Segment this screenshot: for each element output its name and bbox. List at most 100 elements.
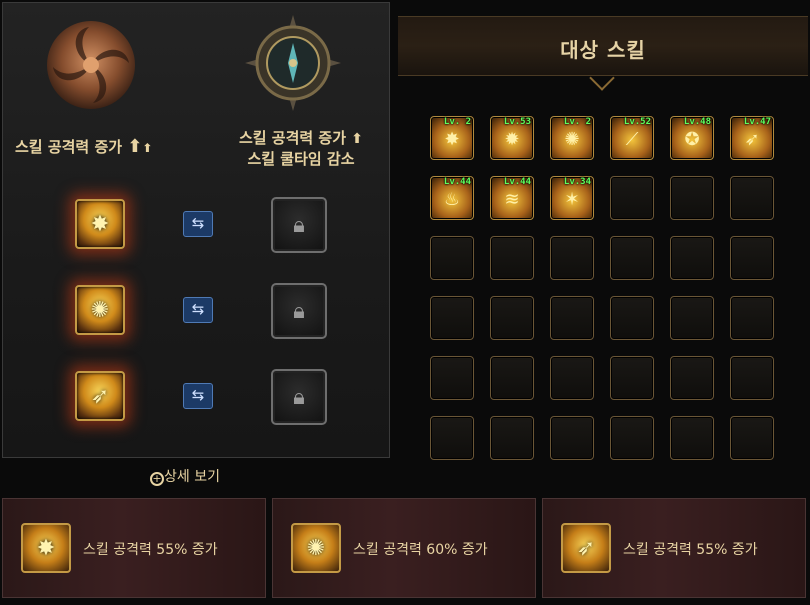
zoom-plus-icon: +	[150, 472, 164, 486]
header-chevron-icon	[589, 65, 615, 91]
skill-slot[interactable]: ✪ Lv.48	[670, 116, 714, 160]
left-panel: 스킬 공격력 증가 ⬆⬆ 스킬 공격력 증가 ⬆ 스킬 쿨타임 감소 ✸ ⇆ 🔒…	[2, 2, 390, 458]
bat-skill-icon: ➶	[576, 535, 596, 561]
locked-slot-3[interactable]: 🔒︎	[271, 369, 327, 425]
empty-skill-slot[interactable]	[430, 356, 474, 400]
category-1-title-text: 스킬 공격력 증가	[15, 138, 123, 156]
arrow-up-small-icon: ⬆	[142, 141, 153, 155]
skill-level-label: Lv. 2	[443, 117, 471, 127]
arrow-up-icon: ⬆	[351, 131, 363, 147]
effect-card-2-text: 스킬 공격력 60% 증가	[353, 542, 488, 558]
effect-card-3: ➶ 스킬 공격력 55% 증가	[542, 498, 806, 598]
locked-slot-2[interactable]: 🔒︎	[271, 283, 327, 339]
target-skill-grid: ✸ Lv. 2 ✹ Lv.53 ✺ Lv. 2 ⟋ Lv.52 ✪ Lv.48 ➶ Lv.47 ♨ Lv.…	[430, 116, 780, 466]
explosion-skill-icon: ✸	[90, 211, 110, 237]
target-skill-header: 대상 스킬	[398, 16, 808, 91]
empty-skill-slot[interactable]	[670, 296, 714, 340]
selected-skill-slot-3[interactable]: ➶	[75, 371, 125, 421]
empty-skill-slot[interactable]	[610, 416, 654, 460]
swap-button-3[interactable]: ⇆	[183, 383, 213, 409]
lock-icon: 🔒︎	[293, 298, 305, 324]
swap-arrows-icon: ⇆	[191, 300, 205, 318]
skill-slot[interactable]: ✺ Lv. 2	[550, 116, 594, 160]
skill-level-label: Lv. 2	[563, 117, 591, 127]
swirl-skill-icon: ✺	[564, 129, 580, 150]
flame-skill-icon: ♨	[443, 189, 461, 210]
empty-skill-slot[interactable]	[730, 176, 774, 220]
lock-icon: 🔒︎	[293, 384, 305, 410]
swirl-emblem-icon	[47, 21, 135, 109]
empty-skill-slot[interactable]	[550, 356, 594, 400]
swap-arrows-icon: ⇆	[191, 214, 205, 232]
stars-skill-icon: ✶	[564, 189, 580, 210]
empty-skill-slot[interactable]	[490, 356, 534, 400]
bat-skill-icon: ➶	[90, 383, 110, 409]
skill-slot[interactable]: ♨ Lv.44	[430, 176, 474, 220]
skill-slot[interactable]: ⟋ Lv.52	[610, 116, 654, 160]
category-1-title: 스킬 공격력 증가 ⬆⬆	[15, 137, 185, 158]
skill-level-label: Lv.53	[503, 117, 531, 127]
compass-emblem-icon	[245, 15, 341, 111]
empty-skill-slot[interactable]	[430, 236, 474, 280]
empty-skill-slot[interactable]	[610, 236, 654, 280]
empty-skill-slot[interactable]	[730, 416, 774, 460]
effect-card-2-icon: ✺	[291, 523, 341, 573]
empty-skill-slot[interactable]	[550, 236, 594, 280]
category-2-line-2: 스킬 쿨타임 감소	[247, 150, 355, 168]
skill-slot[interactable]: ≋ Lv.44	[490, 176, 534, 220]
ring-skill-icon: ✪	[684, 129, 700, 150]
skill-level-label: Lv.47	[743, 117, 771, 127]
category-2-line-1: 스킬 공격력 증가	[238, 129, 347, 147]
empty-skill-slot[interactable]	[670, 236, 714, 280]
effect-card-2: ✺ 스킬 공격력 60% 증가	[272, 498, 536, 598]
swirl-skill-icon: ✺	[90, 297, 110, 323]
detail-view-link[interactable]: + 상세 보기	[150, 466, 220, 486]
empty-skill-slot[interactable]	[490, 296, 534, 340]
arrow-up-icon: ⬆	[127, 136, 143, 157]
lock-icon: 🔒︎	[293, 212, 305, 238]
sun-burst-skill-icon: ✹	[504, 129, 520, 150]
swap-button-1[interactable]: ⇆	[183, 211, 213, 237]
claw-skill-icon: ⟋	[625, 129, 639, 150]
explosion-skill-icon: ✸	[36, 535, 56, 561]
locked-slot-1[interactable]: 🔒︎	[271, 197, 327, 253]
empty-skill-slot[interactable]	[610, 296, 654, 340]
swirl-skill-icon: ✺	[306, 535, 326, 561]
detail-view-label: 상세 보기	[164, 469, 220, 485]
empty-skill-slot[interactable]	[490, 416, 534, 460]
selected-skill-slot-2[interactable]: ✺	[75, 285, 125, 335]
selected-skill-slot-1[interactable]: ✸	[75, 199, 125, 249]
empty-skill-slot[interactable]	[730, 356, 774, 400]
effect-card-1: ✸ 스킬 공격력 55% 증가	[2, 498, 266, 598]
skill-slot[interactable]: ✸ Lv. 2	[430, 116, 474, 160]
empty-skill-slot[interactable]	[550, 416, 594, 460]
skill-level-label: Lv.48	[683, 117, 711, 127]
empty-skill-slot[interactable]	[550, 296, 594, 340]
empty-skill-slot[interactable]	[610, 356, 654, 400]
empty-skill-slot[interactable]	[670, 176, 714, 220]
skill-level-label: Lv.44	[443, 177, 471, 187]
empty-skill-slot[interactable]	[670, 416, 714, 460]
empty-skill-slot[interactable]	[670, 356, 714, 400]
skill-slot[interactable]: ➶ Lv.47	[730, 116, 774, 160]
skill-level-label: Lv.52	[623, 117, 651, 127]
empty-skill-slot[interactable]	[490, 236, 534, 280]
effect-card-1-text: 스킬 공격력 55% 증가	[83, 542, 218, 558]
skill-level-label: Lv.34	[563, 177, 591, 187]
empty-skill-slot[interactable]	[430, 296, 474, 340]
effect-card-3-text: 스킬 공격력 55% 증가	[623, 542, 758, 558]
dash-skill-icon: ≋	[504, 189, 520, 210]
skill-level-label: Lv.44	[503, 177, 531, 187]
skill-slot[interactable]: ✶ Lv.34	[550, 176, 594, 220]
explosion-skill-icon: ✸	[444, 129, 460, 150]
empty-skill-slot[interactable]	[610, 176, 654, 220]
empty-skill-slot[interactable]	[730, 236, 774, 280]
effect-card-3-icon: ➶	[561, 523, 611, 573]
swap-button-2[interactable]: ⇆	[183, 297, 213, 323]
empty-skill-slot[interactable]	[430, 416, 474, 460]
empty-skill-slot[interactable]	[730, 296, 774, 340]
target-skill-title: 대상 스킬	[560, 38, 646, 62]
swap-arrows-icon: ⇆	[191, 386, 205, 404]
skill-slot[interactable]: ✹ Lv.53	[490, 116, 534, 160]
effect-card-1-icon: ✸	[21, 523, 71, 573]
